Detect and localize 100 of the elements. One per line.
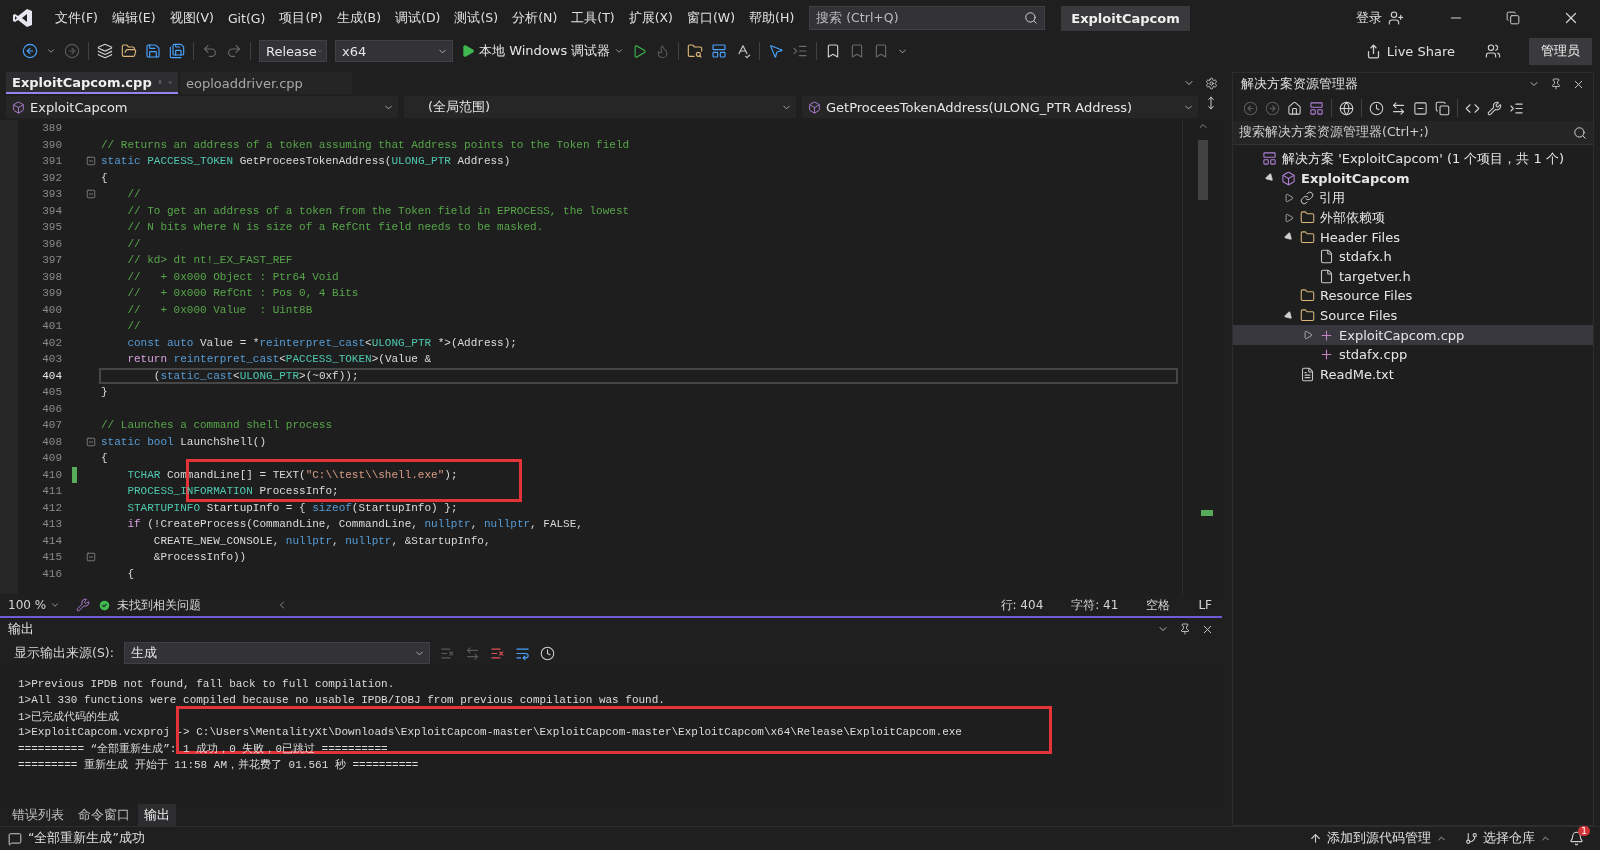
app-logo[interactable] <box>12 7 34 29</box>
sign-in-link[interactable]: 登录 <box>1356 9 1382 27</box>
configuration-dropdown[interactable]: Release <box>259 40 327 62</box>
start-debugging-button[interactable]: 本地 Windows 调试器 <box>461 42 625 60</box>
users-icon[interactable] <box>1485 43 1501 59</box>
collapsed-arrow-icon[interactable] <box>1303 330 1313 341</box>
show-all-icon[interactable] <box>1435 100 1450 116</box>
menu-item[interactable]: 测试(S) <box>447 9 506 27</box>
undo-icon[interactable] <box>202 43 218 59</box>
menu-item[interactable]: 帮助(H) <box>742 9 802 27</box>
restore-icon[interactable] <box>1506 11 1520 25</box>
indent-indicator[interactable]: 空格 <box>1136 596 1181 614</box>
bell-icon[interactable] <box>1569 831 1584 846</box>
expanded-arrow-icon[interactable] <box>1283 231 1295 243</box>
code-line: // + 0x000 RefCnt : Pos 0, 4 Bits <box>126 286 360 302</box>
menu-item[interactable]: 分析(N) <box>505 9 565 27</box>
menu-item[interactable]: 窗口(W) <box>680 9 743 27</box>
tree-item[interactable]: ReadMe.txt <box>1233 364 1593 385</box>
open-folder-icon[interactable] <box>121 43 137 59</box>
play-outline-icon[interactable] <box>632 43 648 59</box>
tree-item[interactable]: Header Files <box>1233 227 1593 247</box>
tree-item[interactable]: ExploitCapcom <box>1233 168 1593 189</box>
properties-icon[interactable] <box>1487 100 1502 116</box>
search-icon[interactable] <box>1024 11 1039 25</box>
menu-item[interactable]: 编辑(E) <box>104 9 163 27</box>
tree-item[interactable]: 引用 <box>1233 188 1593 208</box>
caret-icon[interactable] <box>46 46 56 56</box>
window-icon[interactable] <box>711 43 728 59</box>
tree-item[interactable]: stdafx.h <box>1233 246 1593 267</box>
word-wrap-icon[interactable] <box>514 645 530 661</box>
scroll-thumb[interactable] <box>1197 140 1208 200</box>
file-tab[interactable]: eoploaddriver.cpp <box>180 72 352 94</box>
scope-dropdown[interactable]: (全局范围) <box>404 96 796 118</box>
menu-item[interactable]: 项目(P) <box>272 9 330 27</box>
repository-button[interactable]: 选择仓库 <box>1465 830 1551 847</box>
folder-search-icon[interactable] <box>687 43 704 59</box>
menu-item[interactable]: 生成(B) <box>329 9 389 27</box>
code-line: static bool LaunchShell() <box>100 434 268 450</box>
home-icon[interactable] <box>1287 100 1302 116</box>
admin-badge[interactable]: 管理员 <box>1529 37 1592 65</box>
live-share-button[interactable]: Live Share <box>1365 43 1455 59</box>
menu-item[interactable]: 工具(T) <box>564 9 622 27</box>
pin-icon[interactable] <box>1179 623 1191 635</box>
source-control-button[interactable]: 添加到源代码管理 <box>1309 830 1447 847</box>
menu-item[interactable]: Git(G) <box>220 10 273 26</box>
collapse-icon[interactable] <box>86 189 96 200</box>
tree-item[interactable]: ExploitCapcom.cpp <box>1233 325 1593 345</box>
pointer-icon[interactable] <box>768 43 785 59</box>
output-line: 1>已完成代码的生成 <box>17 709 121 724</box>
user-plus-icon[interactable] <box>1388 10 1404 26</box>
collapse-icon[interactable] <box>86 552 96 563</box>
save-all-icon[interactable] <box>169 43 185 59</box>
menu-item[interactable]: 扩展(X) <box>621 9 680 27</box>
share-icon <box>1365 43 1381 59</box>
clock-icon[interactable] <box>539 645 555 661</box>
search-field[interactable]: 搜索解决方案资源管理器(Ctrl+;) <box>1233 121 1593 145</box>
line-indicator[interactable]: 行: 404 <box>990 596 1054 614</box>
tree-item[interactable]: 解决方案 'ExploitCapcom' (1 个项目，共 1 个) <box>1233 149 1593 169</box>
collapse-all-icon[interactable] <box>1413 100 1428 116</box>
sync-icon[interactable] <box>1391 100 1406 116</box>
menu-item[interactable]: 视图(V) <box>162 9 221 27</box>
code-line: const auto Value = *reinterpret_cast<ULONG_PTR *>(Address); <box>126 335 518 351</box>
menu-item[interactable]: 调试(D) <box>388 9 448 27</box>
indent-icon[interactable] <box>792 43 809 59</box>
back-icon[interactable] <box>22 43 38 59</box>
member-dropdown[interactable]: GetProceesTokenAddress(ULONG_PTR Address) <box>802 96 1198 118</box>
platform-dropdown[interactable]: x64 <box>335 40 453 62</box>
pending-changes-icon[interactable] <box>1369 100 1384 116</box>
switch-view-icon[interactable] <box>1309 100 1324 116</box>
search-field[interactable]: 搜索 (Ctrl+Q) <box>809 6 1046 30</box>
tree-item[interactable]: 外部依赖项 <box>1233 207 1593 228</box>
tree-item[interactable]: Source Files <box>1233 305 1593 326</box>
new-item-icon[interactable] <box>97 43 113 59</box>
spell-check-icon[interactable] <box>735 43 752 59</box>
expanded-arrow-icon[interactable] <box>1283 309 1295 322</box>
redo-icon[interactable] <box>226 43 242 59</box>
clear-all-icon[interactable] <box>489 645 505 661</box>
issues-indicator[interactable]: 未找到相关问题 <box>98 596 268 614</box>
preview-icon[interactable] <box>1509 100 1524 116</box>
collapse-icon[interactable] <box>86 156 96 167</box>
line-ending-indicator[interactable]: LF <box>1188 598 1222 612</box>
zoom-dropdown[interactable]: 100 % <box>8 598 68 612</box>
prev-next-icon[interactable] <box>464 645 480 661</box>
column-indicator[interactable]: 字符: 41 <box>1061 596 1129 614</box>
settings-icon[interactable] <box>1205 76 1218 90</box>
tree-item[interactable]: Resource Files <box>1233 286 1593 306</box>
menu-item[interactable]: 文件(F) <box>48 9 105 27</box>
tree-item[interactable]: targetver.h <box>1233 266 1593 287</box>
pin-icon[interactable] <box>1550 78 1562 90</box>
collapsed-arrow-icon[interactable] <box>1284 193 1294 203</box>
globe-icon[interactable] <box>1339 100 1354 116</box>
collapse-icon[interactable] <box>86 436 96 447</box>
output-source-dropdown[interactable]: 生成 <box>123 642 430 664</box>
panel-tab[interactable]: 错误列表 <box>6 804 70 826</box>
tree-item[interactable]: stdafx.cpp <box>1233 344 1593 365</box>
save-icon[interactable] <box>145 43 161 59</box>
collapsed-arrow-icon[interactable] <box>1284 212 1294 223</box>
panel-tab[interactable]: 输出 <box>138 804 176 826</box>
panel-tab[interactable]: 命令窗口 <box>72 804 136 826</box>
project-dropdown[interactable]: ExploitCapcom <box>6 96 398 118</box>
